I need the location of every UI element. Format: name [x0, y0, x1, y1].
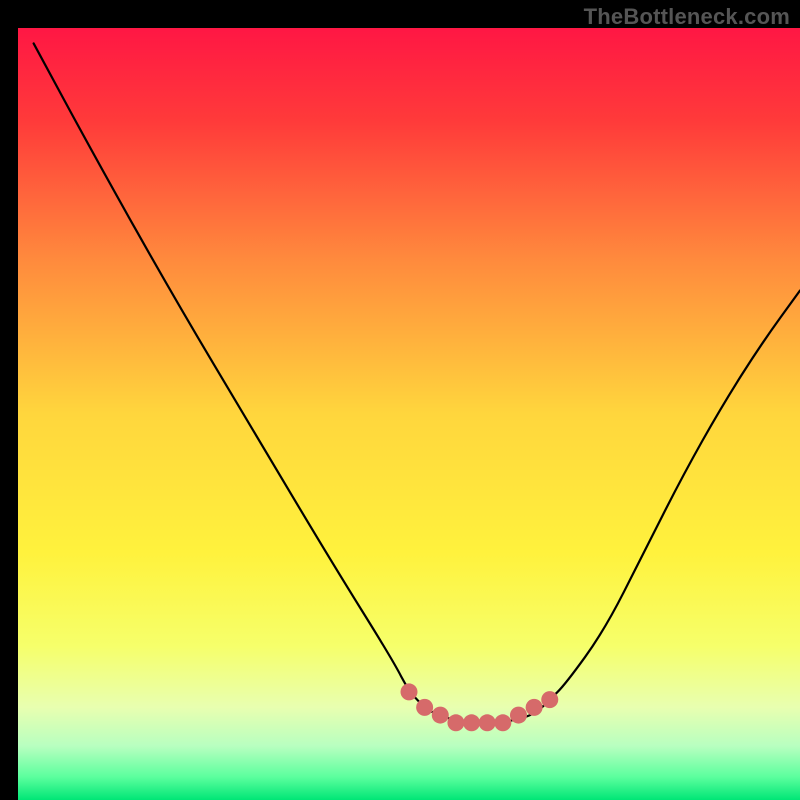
optimal-marker-dot [447, 714, 464, 731]
optimal-marker-dot [416, 699, 433, 716]
optimal-marker-dot [479, 714, 496, 731]
optimal-marker-dot [541, 691, 558, 708]
bottleneck-chart [0, 0, 800, 800]
optimal-marker-dot [494, 714, 511, 731]
optimal-marker-dot [432, 707, 449, 724]
optimal-marker-dot [510, 707, 527, 724]
watermark-text: TheBottleneck.com [584, 4, 790, 30]
optimal-marker-dot [463, 714, 480, 731]
optimal-marker-dot [526, 699, 543, 716]
optimal-marker-dot [401, 683, 418, 700]
